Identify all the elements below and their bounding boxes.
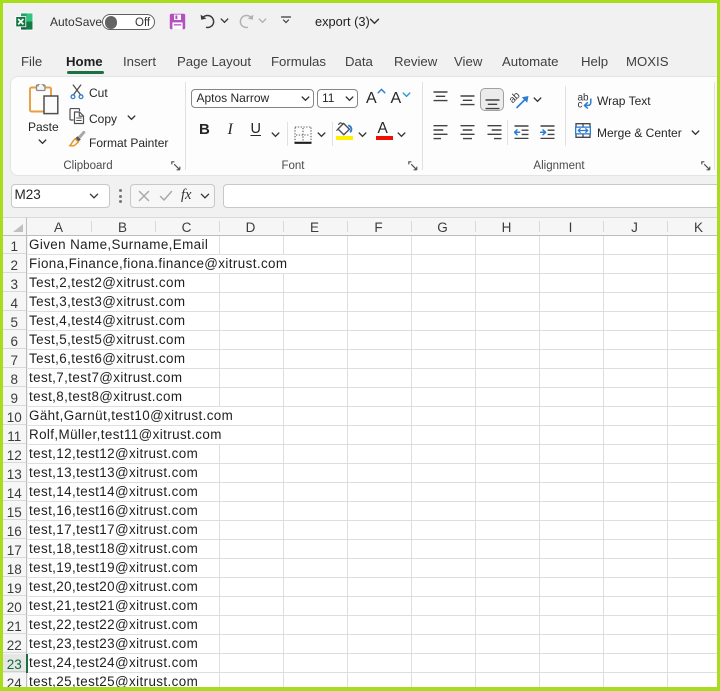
svg-text:c: c — [578, 99, 583, 109]
